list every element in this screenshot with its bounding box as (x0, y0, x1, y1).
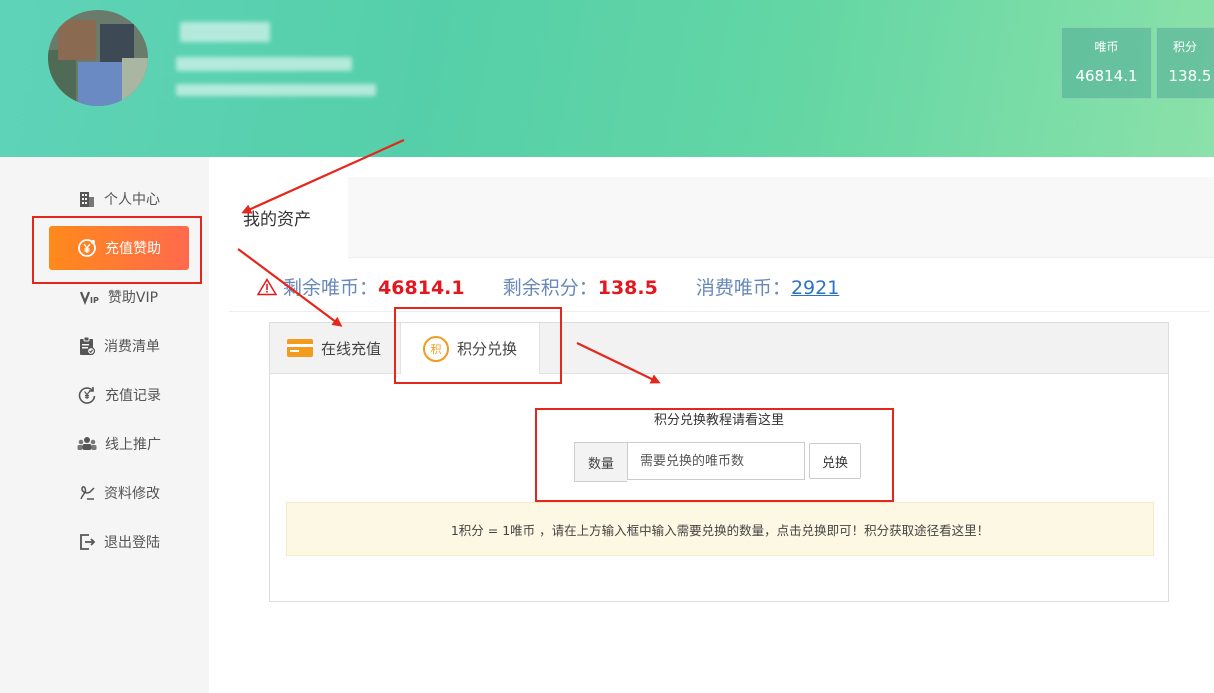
annotation-arrow (576, 342, 661, 384)
annotation-arrows (237, 138, 661, 384)
annotation-arrow (237, 248, 343, 327)
annotation-arrow (241, 138, 405, 214)
